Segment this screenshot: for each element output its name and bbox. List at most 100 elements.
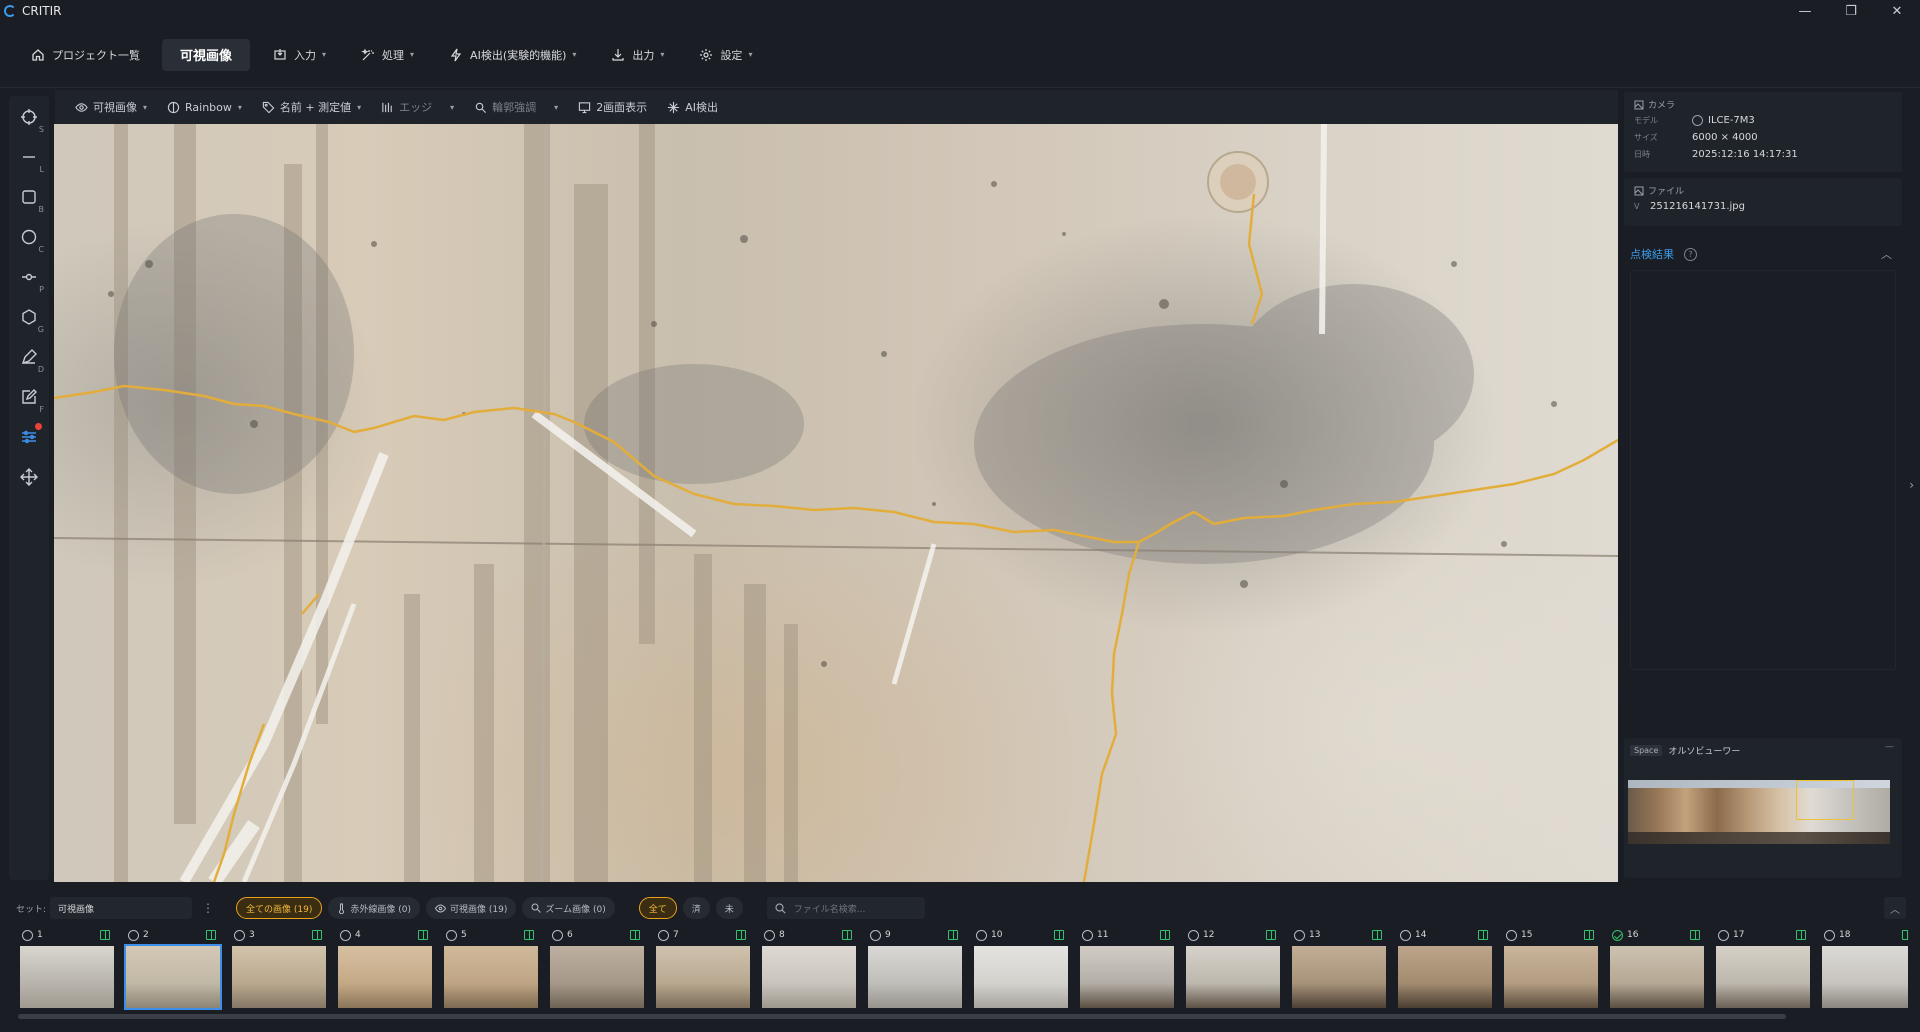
file-search-input[interactable]: ファイル名検索... <box>766 897 925 919</box>
status-all[interactable]: 全て <box>638 897 677 919</box>
dual-view-button[interactable]: 2画面表示 <box>578 99 647 115</box>
thumbnail-item[interactable]: 9 <box>866 926 964 1010</box>
status-done[interactable]: 済 <box>682 897 710 919</box>
ai-detect-button[interactable]: AI検出 <box>667 99 718 115</box>
radio-circle-icon[interactable] <box>658 929 669 941</box>
view-mode-dropdown[interactable]: 可視画像 ▾ <box>75 99 147 115</box>
thumbnail-image[interactable] <box>550 946 644 1008</box>
chevron-right-icon[interactable]: › <box>1909 478 1914 492</box>
collapse-thumbnails-button[interactable]: ︿ <box>1884 897 1906 919</box>
thumbnail-image[interactable] <box>1292 946 1386 1008</box>
edge-dropdown[interactable]: エッジ ▾ <box>381 99 454 115</box>
thumbnail-item[interactable]: 15 <box>1502 926 1600 1010</box>
thumbnail-image[interactable] <box>1822 946 1908 1008</box>
thumbnail-image[interactable] <box>1398 946 1492 1008</box>
radio-circle-icon[interactable] <box>870 929 881 941</box>
radio-circle-icon[interactable] <box>1082 929 1093 941</box>
menu-ai-detection[interactable]: AI検出(実験的機能) ▾ <box>436 39 588 71</box>
menu-input[interactable]: 入力 ▾ <box>260 39 338 71</box>
radio-circle-icon[interactable] <box>234 929 245 941</box>
thumbnail-item[interactable]: 14 <box>1396 926 1494 1010</box>
menu-process[interactable]: 処理 ▾ <box>348 39 426 71</box>
thumbnail-item[interactable]: 1 <box>18 926 116 1010</box>
minimize-button[interactable]: — <box>1782 0 1828 22</box>
thumbnail-image[interactable] <box>1716 946 1810 1008</box>
ortho-mosaic-image[interactable] <box>1628 780 1890 844</box>
minimize-icon[interactable]: — <box>1885 742 1894 752</box>
select-tool-button[interactable]: S <box>12 100 46 134</box>
thumbnail-image[interactable] <box>1610 946 1704 1008</box>
thumbnail-image[interactable] <box>762 946 856 1008</box>
radio-circle-icon[interactable] <box>340 929 351 941</box>
thumbnail-item[interactable]: 11 <box>1078 926 1176 1010</box>
menu-visible-image[interactable]: 可視画像 <box>162 38 251 71</box>
filter-infrared-images[interactable]: 赤外線画像 (0) <box>328 897 421 919</box>
thumbnail-item[interactable]: 6 <box>548 926 646 1010</box>
radio-circle-icon[interactable] <box>764 929 775 941</box>
radio-circle-icon[interactable] <box>552 929 563 941</box>
radio-circle-icon[interactable] <box>976 929 987 941</box>
radio-circle-icon[interactable] <box>1294 929 1305 941</box>
point-tool-button[interactable]: P <box>12 260 46 294</box>
radio-circle-icon[interactable] <box>128 929 139 941</box>
adjust-tool-button[interactable] <box>12 420 46 454</box>
move-tool-button[interactable] <box>12 460 46 494</box>
inspection-title[interactable]: 点検結果 ? <box>1630 246 1697 262</box>
thumbnail-image[interactable] <box>20 946 114 1008</box>
contour-dropdown[interactable]: 輪郭強調 ▾ <box>474 99 558 115</box>
radio-circle-icon[interactable] <box>1188 929 1199 941</box>
filter-all-images[interactable]: 全ての画像 (19) <box>236 897 323 919</box>
menu-output[interactable]: 出力 ▾ <box>598 39 676 71</box>
thumbnail-item[interactable]: 10 <box>972 926 1070 1010</box>
radio-circle-icon[interactable] <box>1824 929 1835 941</box>
thumbnail-scrollbar[interactable] <box>18 1014 1786 1019</box>
thumbnail-image[interactable] <box>1186 946 1280 1008</box>
thumbnail-item[interactable]: 17 <box>1714 926 1812 1010</box>
thumbnail-item[interactable]: 8 <box>760 926 858 1010</box>
menu-settings[interactable]: 設定 ▾ <box>686 39 764 71</box>
thumbnail-image[interactable] <box>656 946 750 1008</box>
maximize-button[interactable]: ❐ <box>1828 0 1874 22</box>
label-mode-dropdown[interactable]: 名前 + 測定値 ▾ <box>262 99 361 115</box>
check-circle-icon[interactable] <box>1612 929 1623 941</box>
polygon-tool-button[interactable]: G <box>12 300 46 334</box>
thumbnail-image[interactable] <box>444 946 538 1008</box>
thumbnail-image[interactable] <box>1080 946 1174 1008</box>
thumbnail-item[interactable]: 16 <box>1608 926 1706 1010</box>
radio-circle-icon[interactable] <box>446 929 457 941</box>
status-pending[interactable]: 未 <box>715 897 743 919</box>
radio-circle-icon[interactable] <box>1506 929 1517 941</box>
more-options-icon[interactable]: ⋮ <box>202 901 214 915</box>
filter-zoom-images[interactable]: ズーム画像 (0) <box>522 897 615 919</box>
image-viewer[interactable] <box>54 124 1618 882</box>
thumbnail-image[interactable] <box>124 944 222 1010</box>
box-tool-button[interactable]: B <box>12 180 46 214</box>
thumbnail-item[interactable]: 5 <box>442 926 540 1010</box>
thumbnail-image[interactable] <box>1504 946 1598 1008</box>
thumbnail-item[interactable]: 13 <box>1290 926 1388 1010</box>
circle-tool-button[interactable]: C <box>12 220 46 254</box>
thumbnail-image[interactable] <box>232 946 326 1008</box>
thumbnail-item[interactable]: 3 <box>230 926 328 1010</box>
help-icon[interactable]: ? <box>1684 247 1697 261</box>
ortho-viewport-rectangle[interactable] <box>1796 780 1854 820</box>
thumbnail-image[interactable] <box>974 946 1068 1008</box>
chevron-up-icon[interactable]: ︿ <box>1881 246 1892 262</box>
edit-tool-button[interactable]: F <box>12 380 46 414</box>
close-button[interactable]: ✕ <box>1874 0 1920 22</box>
thumbnail-item[interactable]: 18 <box>1820 926 1908 1010</box>
radio-circle-icon[interactable] <box>1718 929 1729 941</box>
radio-circle-icon[interactable] <box>22 929 33 941</box>
thumbnail-image[interactable] <box>868 946 962 1008</box>
filter-visible-images[interactable]: 可視画像 (19) <box>426 897 517 919</box>
radio-circle-icon[interactable] <box>1400 929 1411 941</box>
set-select[interactable]: 可視画像 <box>50 897 193 919</box>
line-tool-button[interactable]: L <box>12 140 46 174</box>
thumbnail-item[interactable]: 7 <box>654 926 752 1010</box>
thumbnail-item[interactable]: 12 <box>1184 926 1282 1010</box>
draw-tool-button[interactable]: D <box>12 340 46 374</box>
thumbnail-image[interactable] <box>338 946 432 1008</box>
thumbnail-item[interactable]: 4 <box>336 926 434 1010</box>
palette-dropdown[interactable]: Rainbow ▾ <box>167 101 242 114</box>
thumbnail-item[interactable]: 2 <box>124 926 222 1010</box>
